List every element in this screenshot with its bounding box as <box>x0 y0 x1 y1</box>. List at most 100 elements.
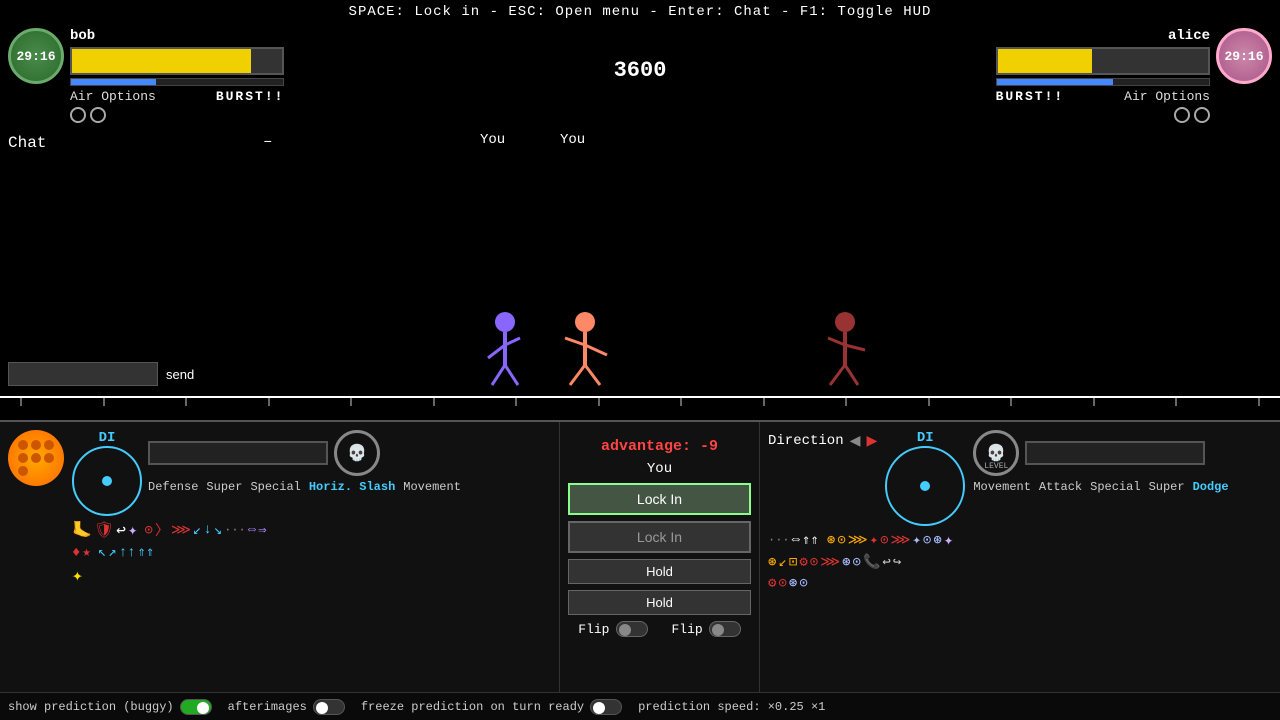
name-bob: bob <box>70 28 284 44</box>
icon-r2[interactable]: 〉 <box>155 520 169 540</box>
icon-c6[interactable]: ↑↑ <box>119 545 136 561</box>
icon-p2[interactable]: ⇒ <box>258 522 266 539</box>
r-icon-b2[interactable]: ⊙ <box>923 532 931 549</box>
game-arena: You You <box>0 130 1280 410</box>
r-icon-2[interactable]: ⇑⇑ <box>802 532 819 549</box>
r-icon-r5[interactable]: ⊙ <box>810 554 818 571</box>
r-icon-r6[interactable]: ⋙ <box>820 554 840 571</box>
cat-super-right: Super <box>1149 480 1185 494</box>
chat-panel: Chat − <box>0 130 280 156</box>
cat-super: Super <box>206 480 242 494</box>
icon-kick[interactable]: 🦶 <box>72 520 92 540</box>
arrow-right-red[interactable]: ▶ <box>866 430 877 452</box>
icon-c3[interactable]: ↘ <box>214 522 222 539</box>
arrow-left-grey[interactable]: ◀ <box>850 430 861 452</box>
cat-attack-right: Attack <box>1039 480 1082 494</box>
icon-r1[interactable]: ⊙ <box>145 522 153 539</box>
afterimages-toggle[interactable] <box>313 699 345 715</box>
bottom-inner: DI 💀 LEVEL <box>0 422 1280 720</box>
di-dot-right <box>920 481 930 491</box>
orb-display <box>8 430 64 486</box>
r-icon-b6[interactable]: ⊛ <box>789 575 797 592</box>
orb-dots <box>18 440 54 476</box>
burst-bar-alice <box>996 78 1210 86</box>
icon-p1[interactable]: ⇔ <box>248 522 256 538</box>
icon-c4[interactable]: ↖ <box>98 544 106 561</box>
r-icon-b1[interactable]: ✦ <box>912 532 920 549</box>
icon-c2[interactable]: ↓ <box>203 522 211 538</box>
tick <box>433 398 435 406</box>
lock-in-button-right[interactable]: Lock In <box>568 521 751 553</box>
hold-button-left[interactable]: Hold <box>568 559 751 584</box>
r-icon-w2[interactable]: ↪ <box>893 554 901 571</box>
orb-dot <box>18 466 28 476</box>
ground-area <box>0 396 1280 410</box>
orb-dot <box>44 440 54 450</box>
r-icon-b7[interactable]: ⊙ <box>799 575 807 592</box>
icon-r4[interactable]: ♦ <box>72 545 80 561</box>
instruction-text: SPACE: Lock in - ESC: Open menu - Enter:… <box>349 4 932 20</box>
name-alice: alice <box>996 28 1210 44</box>
r-icon-y6[interactable]: ⊡ <box>789 554 797 571</box>
lock-in-button-left[interactable]: Lock In <box>568 483 751 515</box>
r-icon-dots: ··· <box>768 533 790 547</box>
cat-defense: Defense <box>148 480 198 494</box>
score-value: 3600 <box>614 58 667 83</box>
r-icon-b4[interactable]: ⊛ <box>842 554 850 571</box>
cat-movement-right: Movement <box>973 480 1031 494</box>
r-icon-r2[interactable]: ⊙ <box>880 532 888 549</box>
r-icon-r8[interactable]: ⊙ <box>778 575 786 592</box>
r-icon-r7[interactable]: ⚙ <box>768 575 776 592</box>
r-icon-b5[interactable]: ⊙ <box>853 554 861 571</box>
char-3 <box>820 310 870 395</box>
right-icons-row3: ⚙ ⊙ ⊛ ⊙ <box>768 575 1272 592</box>
r-icon-y5[interactable]: ↙ <box>778 554 786 571</box>
icon-c7[interactable]: ⇑⇑ <box>138 544 155 561</box>
freeze-prediction-knob <box>593 702 605 714</box>
r-icon-y2[interactable]: ⊙ <box>837 532 845 549</box>
icon-yellow-star[interactable]: ✦ <box>72 565 83 587</box>
di-circle-left[interactable] <box>72 446 142 516</box>
r-icon-y3[interactable]: ⋙ <box>848 532 868 549</box>
freeze-prediction-toggle[interactable] <box>590 699 622 715</box>
icon-r5[interactable]: ★ <box>82 544 90 561</box>
flip-toggle-left[interactable] <box>616 621 648 637</box>
left-panel: DI 💀 LEVEL <box>0 422 560 720</box>
you-label-alice: You <box>560 130 585 148</box>
prediction-speed-label: prediction speed: ×0.25 ×1 <box>638 700 825 714</box>
avatar-alice: 29:16 <box>1216 28 1272 84</box>
burst-fill-alice <box>997 79 1114 85</box>
show-prediction-label: show prediction (buggy) <box>8 700 174 714</box>
icon-c5[interactable]: ↗ <box>108 544 116 561</box>
r-icon-special[interactable]: ✦ <box>944 530 954 550</box>
icon-r3[interactable]: ⋙ <box>171 522 191 539</box>
r-icon-b3[interactable]: ⊛ <box>933 532 941 549</box>
tick <box>20 398 22 406</box>
r-icon-y1[interactable]: ⊛ <box>827 532 835 549</box>
di-right-group: DI <box>885 430 965 526</box>
r-icon-r4[interactable]: ⚙ <box>799 554 807 571</box>
icon-special[interactable]: ✦ <box>128 520 138 540</box>
di-circle-right[interactable] <box>885 446 965 526</box>
show-prediction-toggle[interactable] <box>180 699 212 715</box>
level-bar-right <box>1025 441 1205 465</box>
r-icon-y4[interactable]: ⊛ <box>768 554 776 571</box>
tick <box>103 398 105 406</box>
alice-stats: alice BURST!! Air Options <box>996 28 1210 123</box>
r-icon-1[interactable]: ⇔ <box>792 532 800 548</box>
flip-toggle-right[interactable] <box>709 621 741 637</box>
hold-button-right[interactable]: Hold <box>568 590 751 615</box>
center-panel: advantage: -9 You Lock In Lock In Hold H… <box>560 422 760 720</box>
action-icons-row1: 🦶 🛡 ↩ ✦ ⊙ 〉 ⋙ ↙ ↓ ↘ ··· <box>72 520 551 540</box>
tick <box>1175 398 1177 406</box>
icon-roll[interactable]: ↩ <box>116 520 126 540</box>
r-icon-r3[interactable]: ⋙ <box>891 532 911 549</box>
level-icon-left: 💀 LEVEL <box>334 430 380 476</box>
r-icon-r1[interactable]: ✦ <box>870 532 878 549</box>
chat-minimize-btn[interactable]: − <box>264 135 272 151</box>
icon-block[interactable]: 🛡 <box>94 520 114 540</box>
flip-group-right: Flip <box>672 621 741 637</box>
icon-c1[interactable]: ↙ <box>193 522 201 539</box>
r-icon-p1[interactable]: 📞 <box>863 554 880 571</box>
r-icon-w1[interactable]: ↩ <box>882 554 890 571</box>
